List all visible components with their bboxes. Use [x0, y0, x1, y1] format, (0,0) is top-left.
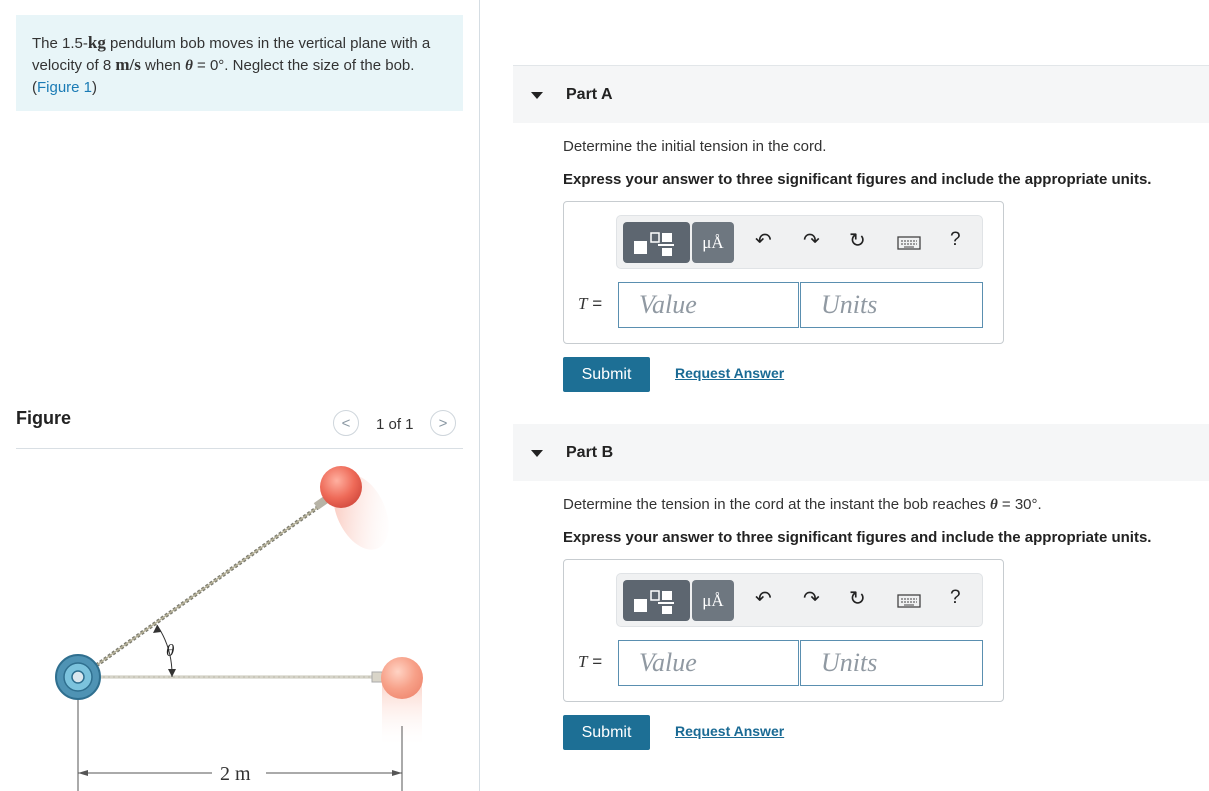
undo-icon[interactable]: ↶: [755, 586, 772, 611]
problem-text: when: [140, 57, 186, 74]
submit-button[interactable]: Submit: [563, 357, 650, 392]
templates-icon: [634, 232, 674, 256]
units-icon: μÅ: [702, 232, 724, 252]
units-input[interactable]: Units: [800, 640, 983, 686]
math-toolbar: μÅ ↶ ↷ ↻ ?: [616, 215, 983, 269]
collapse-triangle-icon: [531, 450, 543, 457]
angle-label: θ: [166, 641, 174, 660]
help-button[interactable]: ?: [950, 587, 961, 609]
mass-unit: kg: [87, 33, 106, 52]
velocity-unit: m/s: [115, 55, 141, 74]
reset-icon[interactable]: ↻: [849, 228, 866, 253]
theta-symbol: θ: [989, 497, 998, 513]
pendulum-figure: θ 2 m: [55, 466, 423, 791]
units-input[interactable]: Units: [800, 282, 983, 328]
units-icon: μÅ: [702, 590, 724, 610]
question-suffix: = 30°.: [997, 496, 1042, 513]
units-button[interactable]: μÅ: [692, 222, 734, 263]
figure-divider: [16, 448, 463, 449]
distance-label: 2 m: [220, 763, 251, 785]
variable-label: T =: [578, 652, 602, 672]
redo-icon[interactable]: ↷: [803, 586, 820, 611]
request-answer-link[interactable]: Request Answer: [675, 723, 784, 739]
part-title: Part A: [566, 86, 613, 103]
redo-icon[interactable]: ↷: [803, 228, 820, 253]
templates-button[interactable]: [623, 222, 690, 263]
arrow-icon: [392, 770, 402, 776]
problem-text: The 1.5-: [32, 35, 88, 52]
part-a-header[interactable]: Part A: [513, 66, 1209, 123]
collapse-triangle-icon: [531, 92, 543, 99]
request-answer-link[interactable]: Request Answer: [675, 365, 784, 381]
instruction-text: Express your answer to three significant…: [563, 529, 1152, 546]
part-title: Part B: [566, 444, 614, 461]
question-text: Determine the initial tension in the cor…: [563, 138, 827, 155]
chevron-left-icon: <: [341, 414, 351, 432]
answer-box: μÅ ↶ ↷ ↻ ? T = Value Units: [563, 559, 1004, 702]
question-prefix: Determine the tension in the cord at the…: [563, 496, 990, 513]
value-input[interactable]: Value: [618, 282, 799, 328]
keyboard-icon[interactable]: [897, 236, 921, 255]
equals-sign: =: [592, 652, 603, 671]
variable-symbol: T: [578, 652, 588, 671]
cord-inclined-highlight: [79, 504, 322, 678]
question-text: Determine the tension in the cord at the…: [563, 496, 1042, 514]
prev-figure-button[interactable]: <: [333, 410, 359, 436]
answer-box: μÅ ↶ ↷ ↻ ? T = Value Units: [563, 201, 1004, 344]
submit-button[interactable]: Submit: [563, 715, 650, 750]
problem-statement: The 1.5-kg pendulum bob moves in the ver…: [16, 15, 463, 111]
instruction-text: Express your answer to three significant…: [563, 171, 1152, 188]
column-divider: [479, 0, 480, 791]
templates-button[interactable]: [623, 580, 690, 621]
variable-symbol: T: [578, 294, 588, 313]
equals-sign: =: [592, 294, 603, 313]
chevron-right-icon: >: [438, 414, 448, 432]
bob-clip: [371, 671, 383, 683]
theta-symbol: θ: [185, 58, 193, 74]
templates-icon: [634, 590, 674, 614]
figure-heading: Figure: [16, 408, 72, 428]
pivot-pin: [71, 670, 85, 684]
figure-link[interactable]: Figure 1: [37, 79, 92, 96]
units-button[interactable]: μÅ: [692, 580, 734, 621]
next-figure-button[interactable]: >: [430, 410, 456, 436]
bob-upper: [320, 466, 362, 508]
help-button[interactable]: ?: [950, 229, 961, 251]
undo-icon[interactable]: ↶: [755, 228, 772, 253]
problem-text: ): [92, 79, 98, 96]
value-input[interactable]: Value: [618, 640, 799, 686]
arrow-icon: [78, 770, 88, 776]
figure-pager-count: 1 of 1: [376, 416, 414, 433]
keyboard-icon[interactable]: [897, 594, 921, 613]
variable-label: T =: [578, 294, 602, 314]
bob-lower: [381, 657, 423, 699]
reset-icon[interactable]: ↻: [849, 586, 866, 611]
part-b-header[interactable]: Part B: [513, 424, 1209, 481]
math-toolbar: μÅ ↶ ↷ ↻ ?: [616, 573, 983, 627]
